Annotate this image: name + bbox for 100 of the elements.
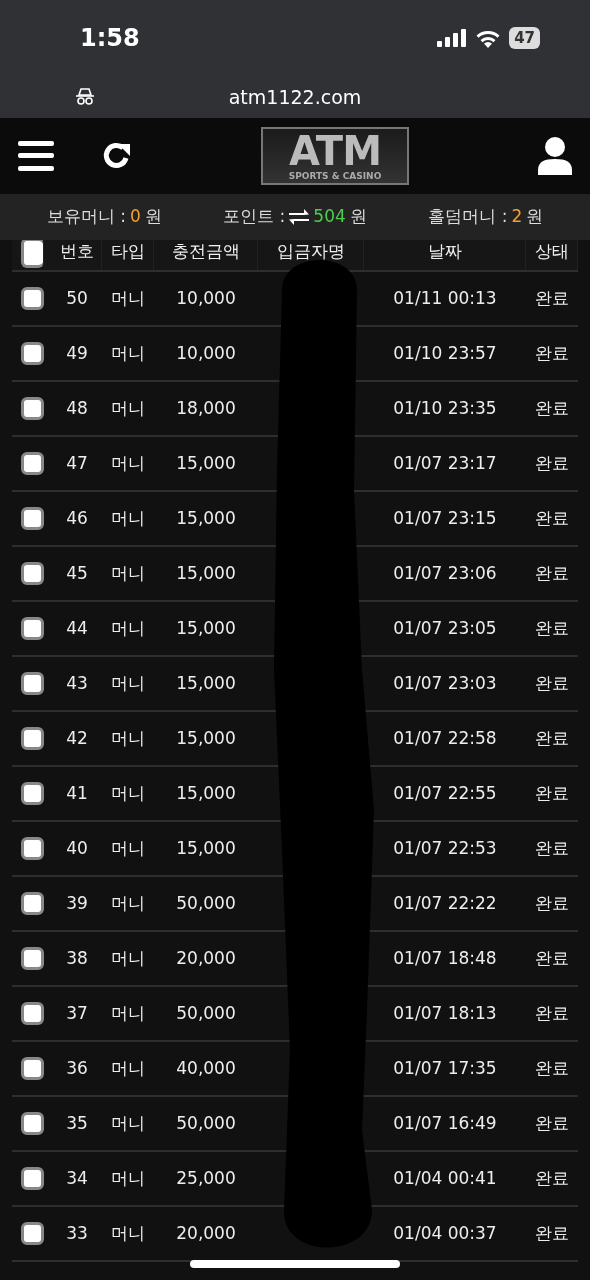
table-cell-text: 15,000 [175,671,237,695]
table-cell-text: 15,000 [175,726,237,750]
table-cell-text: 01/10 23:57 [392,341,498,365]
table-cell-text: 완료 [534,396,570,420]
table-cell-text: 완료 [534,1111,570,1135]
menu-icon[interactable] [18,140,54,172]
table-cell-text: 15,000 [175,836,237,860]
battery-icon: 47 [509,27,540,49]
balance-value: 0 [129,205,141,229]
checkbox[interactable] [20,837,44,860]
table-cell-text: 15,000 [175,561,237,585]
table-cell-text: 머니 [110,891,146,915]
checkbox[interactable] [20,342,44,365]
table-cell-text: 완료 [534,1221,570,1245]
table-cell-text: 머니 [110,286,146,310]
checkbox[interactable] [20,1057,44,1080]
table-cell-text: 머니 [110,616,146,640]
checkbox[interactable] [20,397,44,420]
table-cell-text: 01/07 23:17 [392,451,498,475]
currency-unit: 원 [526,205,544,229]
table-cell-text: 머니 [110,726,146,750]
table-cell-text: 10,000 [175,286,237,310]
table-cell-text: 50,000 [175,891,237,915]
checkbox[interactable] [20,1002,44,1025]
table-cell-text: 완료 [534,726,570,750]
table-cell-text: 15,000 [175,506,237,530]
table-cell-text: 01/04 00:41 [392,1166,498,1190]
checkbox[interactable] [20,562,44,585]
checkbox[interactable] [20,727,44,750]
table-cell-text: 01/07 17:35 [392,1056,498,1080]
table-cell-text: 완료 [534,946,570,970]
table-cell-text: 01/04 00:37 [392,1221,498,1245]
table-cell-text: 머니 [110,946,146,970]
table-cell-text: 46 [65,506,89,530]
table-cell-text: 머니 [110,781,146,805]
checkbox[interactable] [20,782,44,805]
table-cell-text: 머니 [110,396,146,420]
table-cell-text: 34 [65,1166,89,1190]
table-cell-text: 완료 [534,781,570,805]
column-header: 날짜 [364,240,526,270]
table-cell-text: 01/07 23:06 [392,561,498,585]
table-cell-text: 01/07 18:13 [392,1001,498,1025]
checkbox[interactable] [20,240,44,268]
column-header: 번호 [52,240,102,270]
table-cell-text: 01/07 23:03 [392,671,498,695]
balance-label: 보유머니 : [46,205,126,229]
table-cell-text: 머니 [110,341,146,365]
table-cell-text: 머니 [110,1221,146,1245]
checkbox[interactable] [20,507,44,530]
table-cell-text: 완료 [534,836,570,860]
table-cell-text: 39 [65,891,89,915]
checkbox[interactable] [20,672,44,695]
table-cell-text: 40,000 [175,1056,237,1080]
table-cell-text: 01/11 00:13 [392,286,498,310]
table-cell-text: 36 [65,1056,89,1080]
table-cell-text: 50,000 [175,1111,237,1135]
table-cell-text: 완료 [534,286,570,310]
table-cell-text: 01/07 22:58 [392,726,498,750]
table-cell-text: 머니 [110,561,146,585]
table-cell-text: 완료 [534,451,570,475]
table-cell-text: 35 [65,1111,89,1135]
signal-icon [437,29,468,47]
checkbox[interactable] [20,1112,44,1135]
checkbox[interactable] [20,947,44,970]
checkbox[interactable] [20,617,44,640]
table-cell-text: 20,000 [175,946,237,970]
table-cell-text: 01/10 23:35 [392,396,498,420]
table-cell-text: 완료 [534,341,570,365]
balance-label: 홀덤머니 : [428,205,508,229]
table-cell-text: 01/07 23:05 [392,616,498,640]
incognito-icon[interactable] [75,88,95,106]
table-cell-text: 50 [65,286,89,310]
checkbox[interactable] [20,1167,44,1190]
table-cell-text: 45 [65,561,89,585]
table-cell-text: 18,000 [175,396,237,420]
table-cell-text: 37 [65,1001,89,1025]
table-cell-text: 완료 [534,616,570,640]
checkbox[interactable] [20,892,44,915]
table-cell-text: 01/07 23:15 [392,506,498,530]
refresh-icon[interactable] [102,141,132,171]
table-cell-text: 머니 [110,836,146,860]
table-cell-text: 01/07 16:49 [392,1111,498,1135]
currency-unit: 원 [349,205,367,229]
checkbox[interactable] [20,452,44,475]
address-text[interactable]: atm1122.com [228,82,362,112]
logo-subtitle: SPORTS & CASINO [288,170,382,182]
table-cell-text: 머니 [110,1166,146,1190]
column-header: 상태 [526,240,578,270]
balance-value: 504 [313,205,346,229]
table-cell-text: 완료 [534,506,570,530]
column-header: 충전금액 [154,240,258,270]
table-cell-text: 50,000 [175,1001,237,1025]
checkbox[interactable] [20,287,44,310]
table-cell-text: 01/07 22:22 [392,891,498,915]
user-icon[interactable] [538,137,572,175]
logo[interactable]: ATM SPORTS & CASINO [261,127,409,185]
table-cell-text: 01/07 22:55 [392,781,498,805]
table-cell-text: 완료 [534,671,570,695]
checkbox[interactable] [20,1222,44,1245]
table-cell-text: 42 [65,726,89,750]
